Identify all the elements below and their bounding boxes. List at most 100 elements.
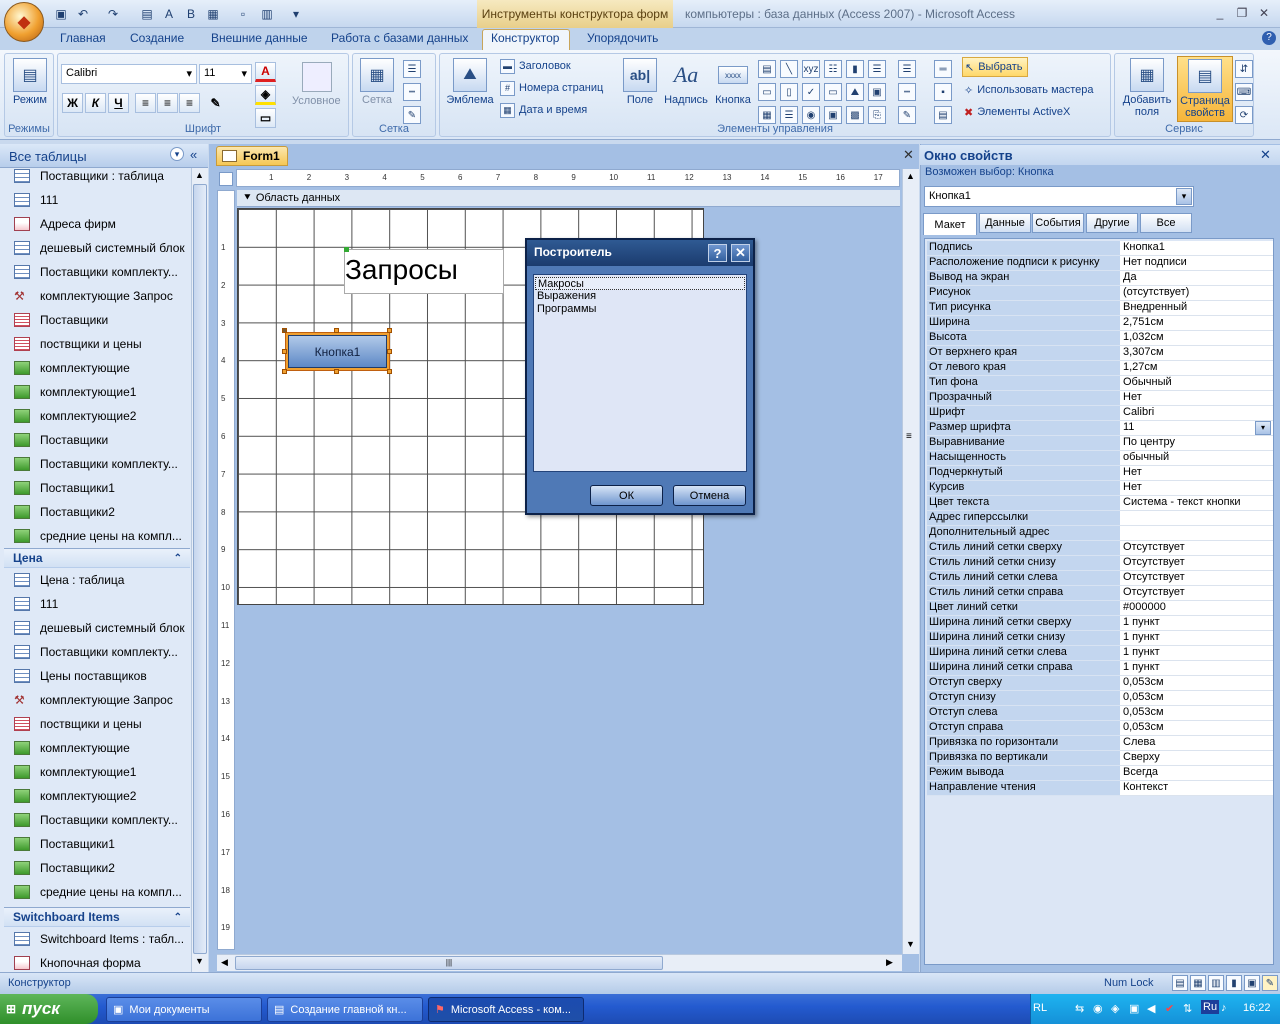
picture-icon[interactable]: ▩ bbox=[846, 106, 864, 124]
attachment-icon[interactable]: ⎘ bbox=[868, 106, 886, 124]
chart-icon[interactable]: ▮ bbox=[846, 60, 864, 78]
ok-button[interactable]: ОК bbox=[590, 485, 663, 506]
selection-combo[interactable]: Кнопка1 ▾ bbox=[924, 186, 1194, 207]
add-fields-button[interactable]: ▦ Добавить поля bbox=[1118, 58, 1176, 118]
scroll-grip-icon[interactable]: ≡ bbox=[906, 431, 912, 442]
task-word-document[interactable]: ▤ Создание главной кн... bbox=[267, 997, 423, 1022]
property-row[interactable]: Ширина линий сетки справа 1 пункт bbox=[927, 661, 1273, 676]
line-color-icon[interactable]: ✎ bbox=[403, 106, 421, 124]
property-row[interactable]: Прозрачный Нет bbox=[927, 391, 1273, 406]
date-time-button[interactable]: ▦ Дата и время bbox=[500, 100, 587, 120]
start-button[interactable]: ⊞ пуск bbox=[0, 994, 98, 1024]
property-value[interactable]: Кнопка1 bbox=[1120, 241, 1273, 256]
tab-database-tools[interactable]: Работа с базами данных bbox=[331, 31, 468, 49]
document-tab-form1[interactable]: Form1 bbox=[216, 146, 288, 166]
property-value[interactable]: Внедренный bbox=[1120, 301, 1273, 316]
property-value[interactable]: Обычный bbox=[1120, 376, 1273, 391]
nav-item[interactable]: средние цены на компл... bbox=[14, 524, 190, 548]
italic-button[interactable]: К bbox=[85, 93, 106, 113]
chevron-up-icon[interactable]: ⌃ bbox=[174, 912, 182, 923]
task-my-documents[interactable]: ▣ Мои документы bbox=[106, 997, 262, 1022]
property-value[interactable]: 1 пункт bbox=[1120, 631, 1273, 646]
tray-app-icon[interactable]: ◉ bbox=[1093, 1002, 1103, 1015]
property-row[interactable]: Высота 1,032см bbox=[927, 331, 1273, 346]
title-button[interactable]: ▬ Заголовок bbox=[500, 56, 571, 76]
nav-item[interactable]: Поставщики комплекту... bbox=[14, 640, 190, 664]
resize-handle[interactable] bbox=[387, 328, 392, 333]
align-left-icon[interactable]: ≡ bbox=[135, 93, 156, 113]
tab-all[interactable]: Все bbox=[1140, 213, 1192, 233]
detail-section-bar[interactable]: ⯆ Область данных bbox=[237, 190, 900, 207]
font-color-button[interactable]: A bbox=[255, 62, 276, 82]
property-row[interactable]: Привязка по горизонтали Слева bbox=[927, 736, 1273, 751]
line-icon[interactable]: ╲ bbox=[780, 60, 798, 78]
property-value[interactable]: 3,307см bbox=[1120, 346, 1273, 361]
chevron-up-icon[interactable]: ⌃ bbox=[174, 553, 182, 564]
property-value[interactable]: 0,053см bbox=[1120, 721, 1273, 736]
nav-item[interactable]: Поставщики2 bbox=[14, 856, 190, 880]
property-value[interactable]: 0,053см bbox=[1120, 706, 1273, 721]
property-value[interactable]: 1,27см bbox=[1120, 361, 1273, 376]
nav-item[interactable]: Поставщики1 bbox=[14, 476, 190, 500]
resize-handle[interactable] bbox=[387, 349, 392, 354]
customize-qat-icon[interactable]: ▾ bbox=[287, 5, 305, 23]
tray-volume-icon[interactable]: ◀ bbox=[1147, 1002, 1155, 1015]
font-name-combo[interactable]: Calibri ▾ bbox=[61, 64, 197, 84]
special-effect-icon[interactable]: ▤ bbox=[934, 106, 952, 124]
property-row[interactable]: Подчеркнутый Нет bbox=[927, 466, 1273, 481]
pivot-chart-icon[interactable]: ▮ bbox=[1226, 975, 1242, 991]
tray-antivirus-icon[interactable]: ✔ bbox=[1165, 1002, 1174, 1015]
line-thickness-icon[interactable]: ☰ bbox=[403, 60, 421, 78]
scroll-right-icon[interactable]: ▶ bbox=[886, 957, 893, 968]
tab-create[interactable]: Создание bbox=[130, 31, 184, 49]
text-icon[interactable]: A bbox=[160, 5, 178, 23]
nav-item[interactable]: Поставщики bbox=[14, 308, 190, 332]
nav-item[interactable]: комплектующие bbox=[14, 736, 190, 760]
document-vertical-scrollbar[interactable]: ▲ ≡ ▼ bbox=[902, 169, 919, 954]
sort-icon[interactable]: ▫ bbox=[234, 5, 252, 23]
property-value[interactable] bbox=[1120, 526, 1273, 541]
help-icon[interactable]: ? bbox=[1262, 31, 1276, 45]
close-document-icon[interactable]: ✕ bbox=[903, 147, 914, 163]
input-lang[interactable]: RL bbox=[1033, 1002, 1047, 1014]
property-row[interactable]: Тип фона Обычный bbox=[927, 376, 1273, 391]
tray-sound-icon[interactable]: ♪ bbox=[1221, 1002, 1227, 1014]
scroll-left-icon[interactable]: ◀ bbox=[221, 957, 228, 968]
tray-safe-remove-icon[interactable]: ⇅ bbox=[1183, 1002, 1192, 1015]
minimize-icon[interactable]: _ bbox=[1210, 5, 1230, 21]
property-row[interactable]: Курсив Нет bbox=[927, 481, 1273, 496]
property-row[interactable]: Рисунок (отсутствует) bbox=[927, 286, 1273, 301]
property-value[interactable]: Нет bbox=[1120, 391, 1273, 406]
nav-item[interactable]: Поставщики2 bbox=[14, 500, 190, 524]
format-painter-icon[interactable]: ✎ bbox=[205, 93, 226, 113]
nav-item[interactable]: Цена : таблица bbox=[14, 568, 190, 592]
nav-item[interactable]: поствщики и цены bbox=[14, 712, 190, 736]
property-row[interactable]: Стиль линий сетки сверху Отсутствует bbox=[927, 541, 1273, 556]
property-row[interactable]: Размер шрифта 11 ▾ bbox=[927, 421, 1273, 436]
property-row[interactable]: Отступ слева 0,053см bbox=[927, 706, 1273, 721]
line-type-icon[interactable]: ┅ bbox=[403, 83, 421, 101]
nav-group-header[interactable]: Switchboard Items ⌃ bbox=[4, 907, 190, 927]
cancel-button[interactable]: Отмена bbox=[673, 485, 746, 506]
property-row[interactable]: Ширина линий сетки сверху 1 пункт bbox=[927, 616, 1273, 631]
font-size-combo[interactable]: 11 ▾ bbox=[199, 64, 252, 84]
bound-object-icon[interactable]: ▣ bbox=[868, 83, 886, 101]
property-value[interactable]: 1 пункт bbox=[1120, 616, 1273, 631]
property-value[interactable]: Система - текст кнопки bbox=[1120, 496, 1273, 511]
property-row[interactable]: Адрес гиперссылки bbox=[927, 511, 1273, 526]
property-value[interactable]: (отсутствует) bbox=[1120, 286, 1273, 301]
property-value[interactable] bbox=[1120, 511, 1273, 526]
unbound-object-icon[interactable]: ▣ bbox=[824, 106, 842, 124]
nav-item[interactable]: ⚒ комплектующие Запрос bbox=[14, 688, 190, 712]
help-icon[interactable]: ? bbox=[708, 244, 727, 262]
option-group-icon[interactable]: ▦ bbox=[758, 106, 776, 124]
scroll-up-icon[interactable]: ▲ bbox=[906, 171, 915, 181]
property-row[interactable]: Выравнивание По центру bbox=[927, 436, 1273, 451]
tab-data[interactable]: Данные bbox=[979, 213, 1031, 233]
builder-option-expressions[interactable]: Выражения bbox=[535, 290, 745, 303]
property-row[interactable]: Отступ справа 0,053см bbox=[927, 721, 1273, 736]
property-row[interactable]: От левого края 1,27см bbox=[927, 361, 1273, 376]
align-center-icon[interactable]: ≡ bbox=[157, 93, 178, 113]
property-row[interactable]: Ширина линий сетки слева 1 пункт bbox=[927, 646, 1273, 661]
tab-design[interactable]: Конструктор bbox=[491, 31, 559, 49]
